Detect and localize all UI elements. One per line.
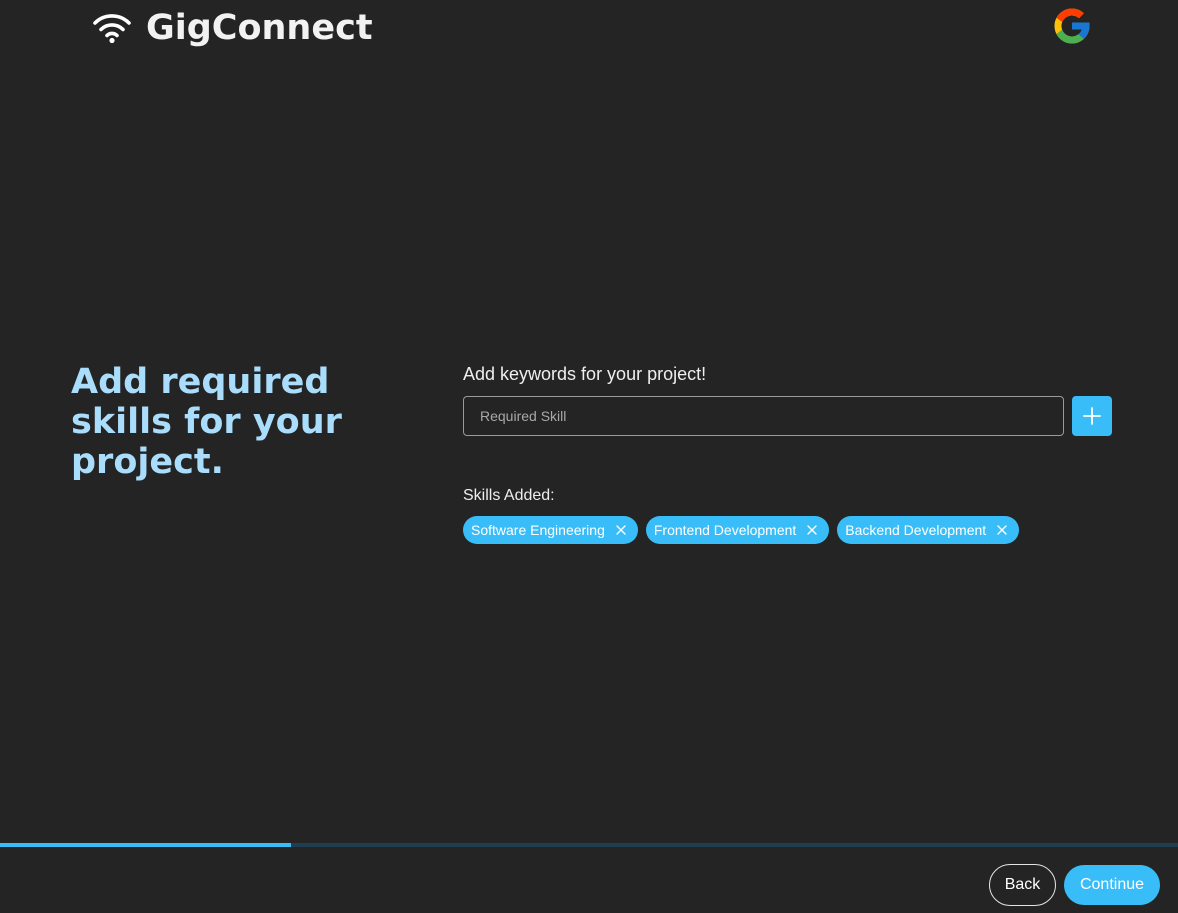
page-heading: Add required skills for your project. — [71, 362, 342, 482]
google-icon[interactable] — [1051, 5, 1093, 47]
keywords-label: Add keywords for your project! — [463, 364, 707, 384]
skills-added-label: Skills Added: — [463, 487, 555, 504]
skill-chip[interactable]: Frontend Development — [645, 516, 830, 544]
skill-chip-list: Software Engineering Frontend Developmen… — [463, 516, 1020, 544]
plus-icon — [1083, 407, 1101, 425]
close-icon[interactable] — [807, 525, 817, 535]
progress-fill — [0, 843, 291, 847]
required-skill-input[interactable] — [463, 396, 1064, 436]
app-logo[interactable]: GigConnect — [92, 8, 373, 48]
close-icon[interactable] — [997, 525, 1007, 535]
skill-chip[interactable]: Software Engineering — [463, 516, 638, 544]
skill-chip-label: Backend Development — [845, 522, 987, 538]
skill-chip[interactable]: Backend Development — [837, 516, 1020, 544]
skill-chip-label: Frontend Development — [653, 522, 797, 538]
app-name: GigConnect — [146, 8, 373, 48]
back-button[interactable]: Back — [989, 864, 1056, 906]
close-icon[interactable] — [616, 525, 626, 535]
add-skill-button[interactable] — [1072, 396, 1112, 436]
page: GigConnect Add required skills for your … — [0, 0, 1178, 913]
continue-button[interactable]: Continue — [1064, 865, 1160, 905]
wifi-icon — [93, 14, 131, 44]
skill-chip-label: Software Engineering — [471, 522, 605, 538]
progress-bar — [0, 843, 1178, 847]
